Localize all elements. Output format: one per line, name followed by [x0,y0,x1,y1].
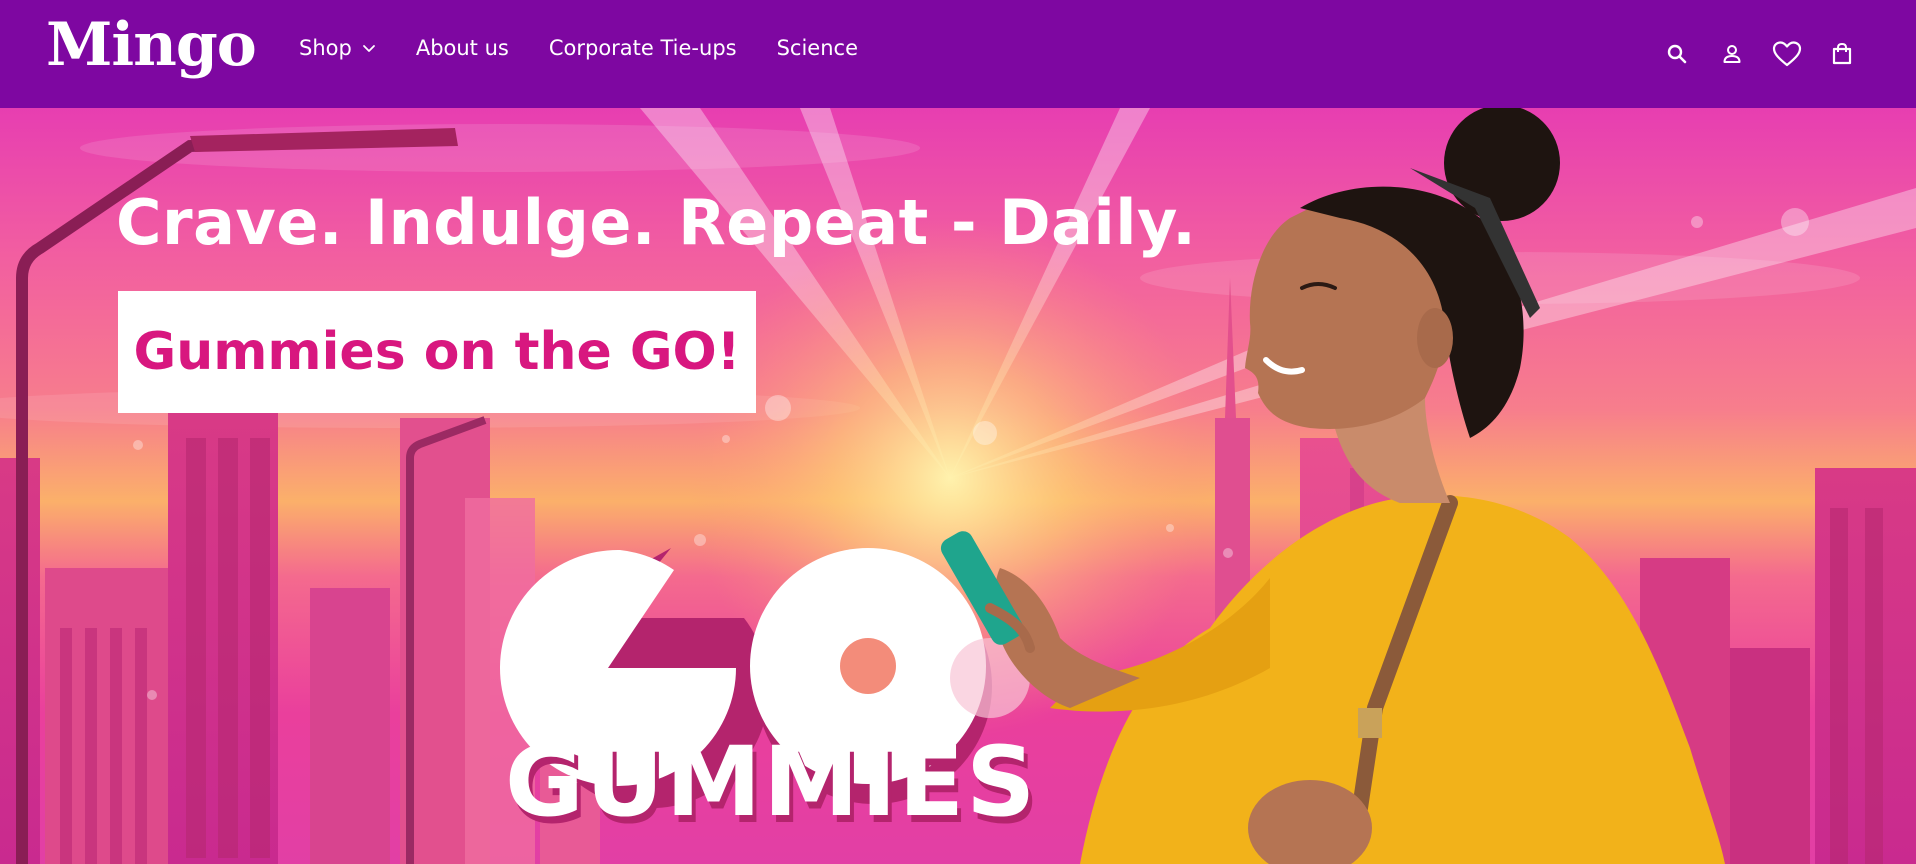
nav-item-shop[interactable]: Shop [299,36,376,60]
woman-with-phone-image [940,108,1725,864]
cart-bag-icon [1832,42,1852,65]
nav-item-corporate-tie-ups[interactable]: Corporate Tie-ups [549,36,737,60]
wishlist-heart-icon [1772,41,1802,67]
chevron-down-icon [362,45,375,52]
header-icons [1642,34,1862,74]
nav-item-science[interactable]: Science [777,36,858,60]
nav-item-label: Shop [299,36,352,60]
account-icon [1723,45,1741,63]
main-nav: Shop About us Corporate Tie-ups Science [299,36,898,60]
brand-logo[interactable]: Mingo [46,10,257,80]
cart-button[interactable] [1822,34,1862,74]
nav-item-label: Science [776,36,858,60]
hero-tagline-box: Gummies on the GO! [118,291,756,413]
nav-item-label: Corporate Tie-ups [548,36,737,60]
hero-tagline: Gummies on the GO! [133,322,741,382]
nav-item-label: About us [415,36,509,60]
search-button[interactable] [1657,34,1697,74]
wishlist-button[interactable] [1767,34,1807,74]
account-button[interactable] [1712,34,1752,74]
site-header: Mingo Shop About us Corporate Tie-ups Sc… [0,0,1916,108]
search-icon [1667,44,1687,64]
hero-banner[interactable]: Crave. Indulge. Repeat - Daily. Gummies … [0,108,1916,864]
nav-item-about-us[interactable]: About us [416,36,509,60]
